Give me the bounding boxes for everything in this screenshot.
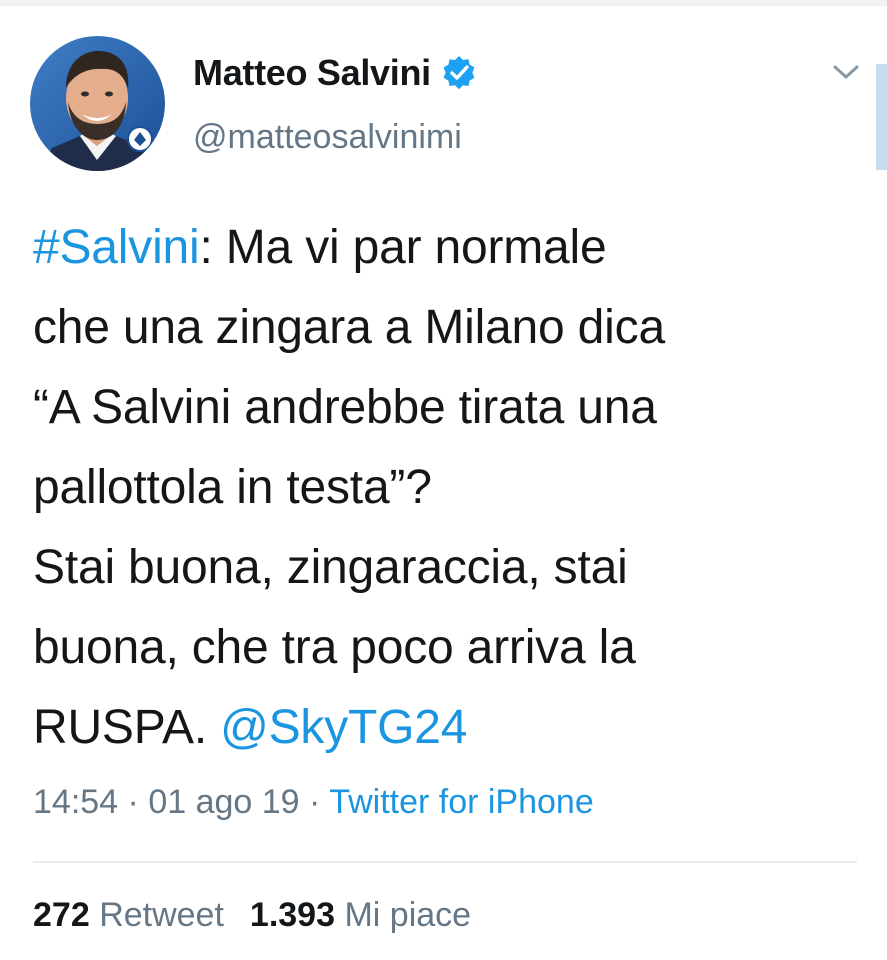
scroll-indicator — [876, 64, 887, 170]
verified-badge-icon — [441, 55, 477, 91]
meta-separator: · — [299, 783, 330, 821]
tweet-text-segment: RUSPA. — [33, 701, 221, 754]
tweet-text-line: RUSPA. @SkyTG24 — [33, 688, 863, 768]
chevron-down-icon[interactable] — [832, 62, 860, 82]
tweet-text-line: Stai buona, zingaraccia, stai — [33, 528, 863, 608]
likes-stat[interactable]: 1.393 Mi piace — [250, 896, 471, 934]
tweet-text-segment: : Ma vi par normale — [199, 221, 607, 274]
top-border — [0, 0, 887, 6]
tweet-text-line: #Salvini: Ma vi par normale — [33, 208, 863, 288]
tweet-text-segment: pallottola in testa”? — [33, 461, 432, 514]
tweet-source-link[interactable]: Twitter for iPhone — [329, 783, 594, 821]
likes-count: 1.393 — [249, 896, 336, 934]
mention-link[interactable]: @SkyTG24 — [220, 701, 467, 754]
tweet-text-line: “A Salvini andrebbe tirata una — [33, 368, 863, 448]
tweet-text-segment: buona, che tra poco arriva la — [33, 621, 636, 674]
likes-label: Mi piace — [344, 896, 472, 934]
avatar[interactable] — [30, 36, 165, 171]
tweet-meta: 14:54 · 01 ago 19 · Twitter for iPhone — [33, 783, 594, 822]
tweet-text-segment: “A Salvini andrebbe tirata una — [33, 381, 657, 434]
tweet-date: 01 ago 19 — [148, 783, 300, 821]
tweet-text-segment: che una zingara a Milano dica — [33, 301, 665, 354]
hashtag-link[interactable]: #Salvini — [33, 221, 200, 274]
tweet-text-line: pallottola in testa”? — [33, 448, 863, 528]
retweets-stat[interactable]: 272 Retweet — [33, 896, 224, 934]
tweet-header: Matteo Salvini @matteosalvinimi — [26, 36, 866, 176]
display-name[interactable]: Matteo Salvini — [193, 52, 431, 94]
user-handle[interactable]: @matteosalvinimi — [193, 118, 462, 157]
divider — [33, 861, 857, 863]
tweet-text-segment: Stai buona, zingaraccia, stai — [33, 541, 628, 594]
tweet-stats: 272 Retweet 1.393 Mi piace — [33, 896, 471, 935]
retweets-count: 272 — [33, 896, 90, 934]
tweet-text: #Salvini: Ma vi par normale che una zinga… — [33, 208, 863, 768]
tweet-time: 14:54 — [33, 783, 119, 821]
name-row: Matteo Salvini — [193, 52, 477, 94]
tweet-text-line: che una zingara a Milano dica — [33, 288, 863, 368]
tweet-text-line: buona, che tra poco arriva la — [33, 608, 863, 688]
retweets-label: Retweet — [99, 896, 224, 934]
meta-separator: · — [118, 783, 149, 821]
